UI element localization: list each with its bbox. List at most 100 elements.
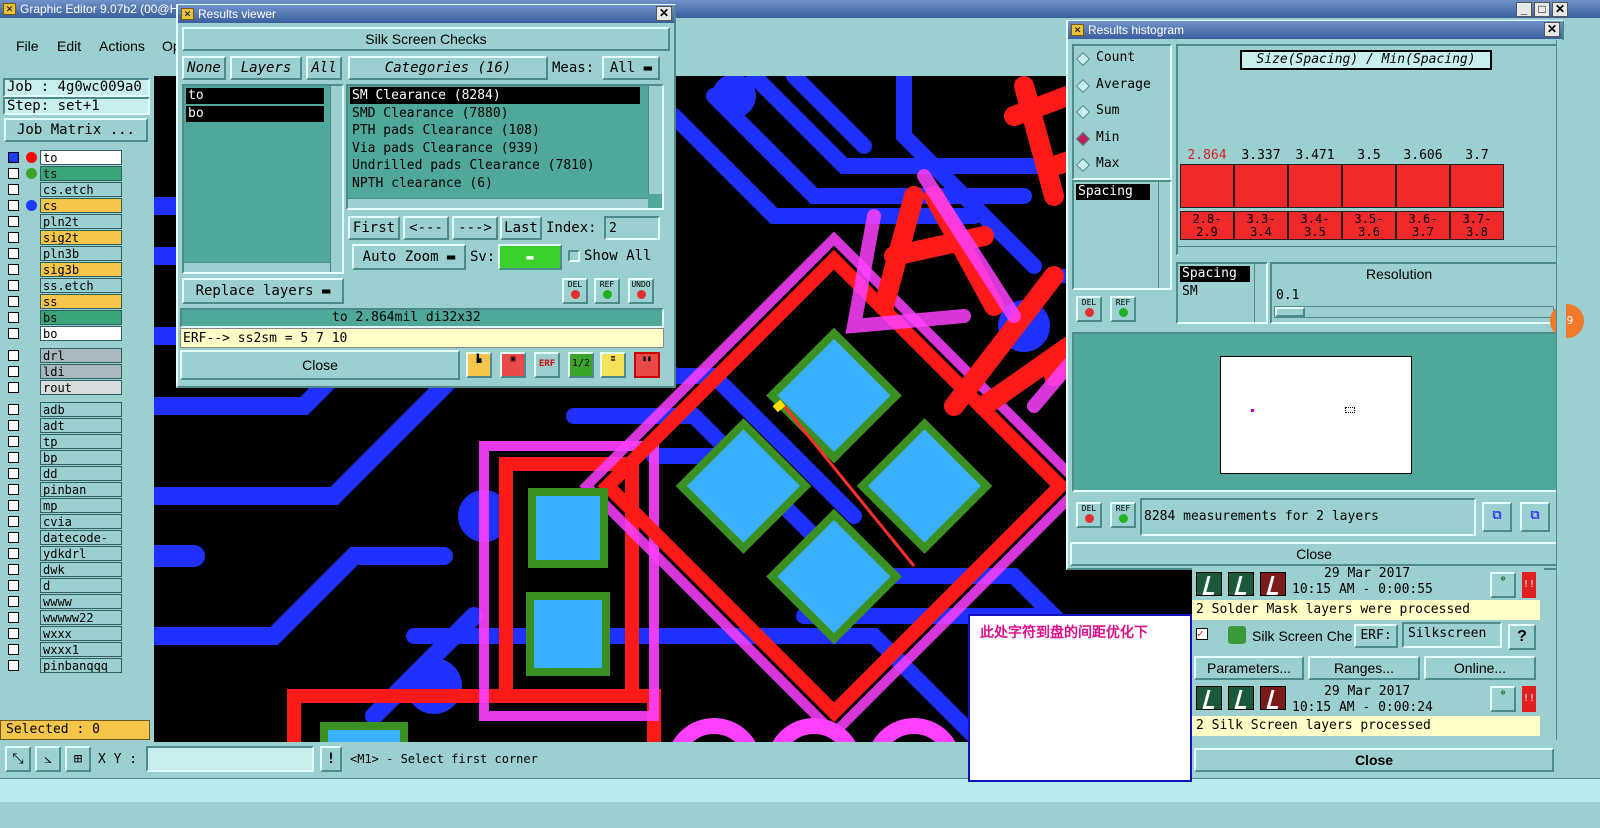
meas-dropdown[interactable]: All ▬ [602,56,660,80]
layers-list-item[interactable]: to [186,88,324,104]
close-histogram-button[interactable]: ✕ [1544,22,1560,37]
category-item[interactable]: SMD Clearance (7880) [350,105,640,122]
menu-file[interactable]: File [16,38,39,54]
erf-disabled-icon[interactable]: ERF [534,352,560,378]
layer-name[interactable]: pinban [40,482,122,497]
layer-checkbox[interactable] [8,564,19,575]
categories-scrollbar[interactable] [648,86,662,194]
layers-button[interactable]: Layers [230,56,302,80]
layer-checkbox[interactable] [8,350,19,361]
silk-checkbox[interactable]: ✓ [1196,628,1208,640]
histogram-bar[interactable] [1180,164,1234,208]
next-button[interactable]: ---> [452,216,498,240]
category-item[interactable]: Undrilled pads Clearance (7810) [350,157,640,174]
undo-icon[interactable]: UNDO [628,278,654,304]
layer-row[interactable]: ydkdrl [6,546,122,561]
layer-checkbox[interactable] [8,644,19,655]
layer-checkbox[interactable] [8,500,19,511]
layer-row[interactable]: ss.etch [6,278,122,293]
category-item[interactable]: SM Clearance (8284) [350,87,640,104]
category-item[interactable]: Via pads Clearance (939) [350,140,640,157]
layer-row[interactable]: dd [6,466,122,481]
preview-ref-icon[interactable]: REF [1110,502,1136,528]
layer-checkbox[interactable] [8,328,19,339]
layer-checkbox[interactable] [8,420,19,431]
layer-row[interactable]: wwww [6,594,122,609]
last-button[interactable]: Last [500,216,542,240]
field-scrollbar[interactable] [1158,182,1170,288]
histogram-icon[interactable]: ▮▮ [634,352,660,378]
layer-name[interactable]: ss [40,294,122,309]
sv-dropdown[interactable]: ▬ [498,244,562,270]
histogram-close-button[interactable]: Close [1070,542,1558,566]
layer-checkbox[interactable] [8,168,19,179]
layer-checkbox[interactable] [8,452,19,463]
layers-listbox[interactable]: to bo [182,84,344,274]
layer-row[interactable]: bs [6,310,122,325]
layer-row[interactable]: pln2t [6,214,122,229]
layer-row[interactable]: sig3b [6,262,122,277]
layer-name[interactable]: wxxx1 [40,642,122,657]
layer-row[interactable]: pinban [6,482,122,497]
layer-row[interactable]: cs [6,198,122,213]
layer-name[interactable]: wwww [40,594,122,609]
import-icon[interactable]: ⧉ [1520,502,1550,532]
zoom-icon[interactable]: ⊕ [1490,686,1516,712]
layer-row[interactable]: drl [6,348,122,363]
group-list-item[interactable]: Spacing [1180,266,1250,282]
histogram-bar[interactable] [1288,164,1342,208]
layers-list-item[interactable]: bo [186,106,324,122]
run-icon[interactable] [1260,572,1286,596]
layer-row[interactable]: datecode-pte [6,530,122,545]
menu-edit[interactable]: Edit [57,38,81,54]
layer-checkbox[interactable] [8,280,19,291]
layer-name[interactable]: cs [40,198,122,213]
layer-row[interactable]: cs.etch [6,182,122,197]
results-close-button[interactable]: Close [180,350,460,380]
group-listbox[interactable]: Spacing SM [1176,262,1268,324]
layer-name[interactable]: pln3b [40,246,122,261]
layer-row[interactable]: pln3b [6,246,122,261]
zoom-icon[interactable]: ⊕ [1490,572,1516,598]
layers-hscrollbar[interactable] [184,262,330,272]
layer-checkbox[interactable] [8,516,19,527]
histogram-bar[interactable] [1396,164,1450,208]
layer-name[interactable]: datecode-pte [40,530,122,545]
measure-icon[interactable]: ⦣ [35,746,61,772]
layer-row[interactable]: mp [6,498,122,513]
layers-scrollbar[interactable] [330,86,342,272]
first-button[interactable]: First [348,216,400,240]
layer-name[interactable]: ldi [40,364,122,379]
layer-row[interactable]: ts [6,166,122,181]
grid-icon[interactable]: ⊞ [65,746,91,772]
layer-checkbox[interactable] [8,264,19,275]
run-icon[interactable] [1196,686,1222,710]
zoom-fit-icon[interactable]: ⤡ [5,746,31,772]
categories-button[interactable]: Categories (16) [348,56,548,80]
layer-checkbox[interactable] [8,184,19,195]
auto-zoom-dropdown[interactable]: Auto Zoom ▬ [352,244,466,270]
layer-checkbox[interactable] [8,580,19,591]
layer-row[interactable]: adb [6,402,122,417]
xy-input[interactable] [146,746,314,772]
layer-checkbox[interactable] [8,404,19,415]
prev-button[interactable]: <--- [403,216,449,240]
notes-icon[interactable]: ≣ [600,352,626,378]
split-icon[interactable]: 1/2 [568,352,594,378]
layer-row[interactable]: pinbanqqq [6,658,122,673]
erf-button[interactable]: ERF: [1354,624,1398,648]
layer-checkbox[interactable] [8,532,19,543]
minimize-button[interactable]: _ [1516,2,1532,17]
del-icon[interactable]: DEL [562,278,588,304]
layer-row[interactable]: ldi [6,364,122,379]
screenshot-icon[interactable]: ▣ [500,352,526,378]
layer-checkbox[interactable] [8,468,19,479]
layer-name[interactable]: pln2t [40,214,122,229]
layer-row[interactable]: to [6,150,122,165]
layer-name[interactable]: tp [40,434,122,449]
layer-name[interactable]: dd [40,466,122,481]
hist-del-icon[interactable]: DEL [1076,296,1102,322]
layer-row[interactable]: bp [6,450,122,465]
index-input[interactable] [604,216,660,240]
layer-name[interactable]: rout [40,380,122,395]
